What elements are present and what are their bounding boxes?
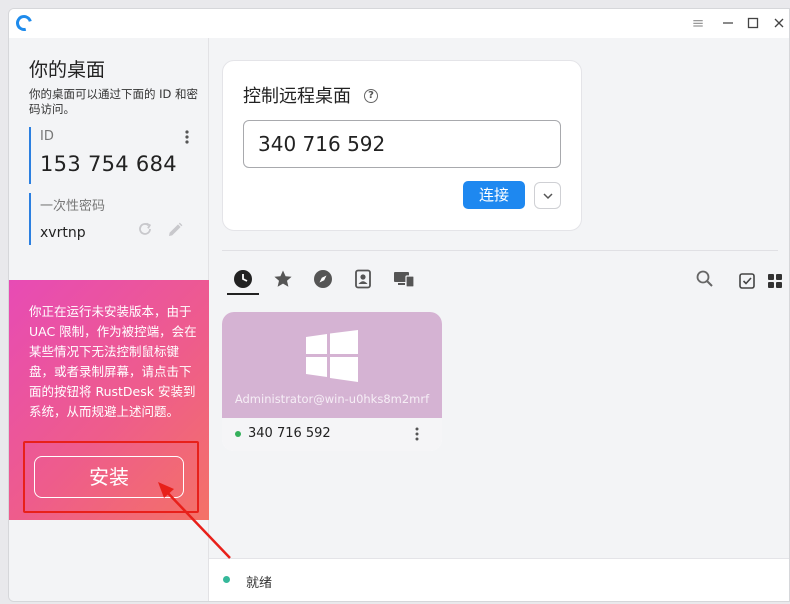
select-mode-icon[interactable] [737,271,757,291]
tab-discovered[interactable] [307,263,339,295]
compass-icon [314,270,332,288]
sidebar-title: 你的桌面 [29,59,106,81]
windows-logo-icon [306,330,358,382]
remote-id-input[interactable]: 340 716 592 [243,120,561,168]
clock-icon [234,270,252,288]
connect-button[interactable]: 连接 [463,181,525,209]
sidebar-description: 你的桌面可以通过下面的 ID 和密码访问。 [29,87,199,116]
lan-devices-icon [394,272,415,288]
password-field: 一次性密码 xvrtnp [29,193,194,245]
remote-control-card: 控制远程桌面 ? 340 716 592 连接 [222,60,582,231]
status-indicator-dot [223,576,230,583]
more-options-icon[interactable] [412,426,422,442]
install-promo-text: 你正在运行未安装版本，由于 UAC 限制，作为被控端，会在某些情况下无法控制鼠标… [29,304,197,419]
minimize-button[interactable] [719,14,737,32]
tab-favorites[interactable] [267,263,299,295]
id-field: ID 153 754 684 [29,127,194,184]
maximize-button[interactable] [744,14,762,32]
tab-address-book[interactable] [347,263,379,295]
main-panel: 控制远程桌面 ? 340 716 592 连接 Administrator@wi… [209,38,789,601]
peer-thumbnail: Administrator@win-u0hks8m2mrf [222,312,442,418]
chevron-down-icon [543,193,553,200]
tab-lan[interactable] [387,263,419,295]
more-options-icon[interactable] [182,129,192,145]
status-text: 就绪 [246,576,273,591]
annotation-highlight-box [23,441,199,513]
title-bar: ≡ [9,9,789,38]
address-book-icon [355,269,371,289]
status-bar: 就绪 [209,558,789,601]
id-value[interactable]: 153 754 684 [40,152,194,176]
app-window: ≡ 你的桌面 你的桌面可以通过下面的 ID 和密码访问。 ID 153 754 … [8,8,790,602]
password-label: 一次性密码 [40,199,106,214]
peer-footer: 340 716 592 [222,418,442,451]
peer-username: Administrator@win-u0hks8m2mrf [234,392,430,406]
peer-id: 340 716 592 [248,426,331,441]
close-button[interactable] [770,14,788,32]
help-icon[interactable]: ? [364,89,378,103]
edit-icon[interactable] [166,221,184,239]
hamburger-icon[interactable]: ≡ [689,14,707,32]
peer-card[interactable]: Administrator@win-u0hks8m2mrf 340 716 59… [222,312,442,451]
refresh-icon[interactable] [137,221,153,237]
install-promo-panel: 你正在运行未安装版本，由于 UAC 限制，作为被控端，会在某些情况下无法控制鼠标… [9,280,209,520]
remote-control-title: 控制远程桌面 [243,86,351,107]
connect-options-button[interactable] [534,182,561,209]
grid-view-icon[interactable] [765,271,785,291]
online-status-dot [235,431,241,437]
id-label: ID [40,129,54,144]
rustdesk-logo-icon [13,12,35,34]
section-divider [222,250,778,251]
tab-recent[interactable] [227,263,259,295]
sidebar: 你的桌面 你的桌面可以通过下面的 ID 和密码访问。 ID 153 754 68… [9,38,209,601]
search-icon[interactable] [695,269,715,289]
star-icon [274,270,292,287]
